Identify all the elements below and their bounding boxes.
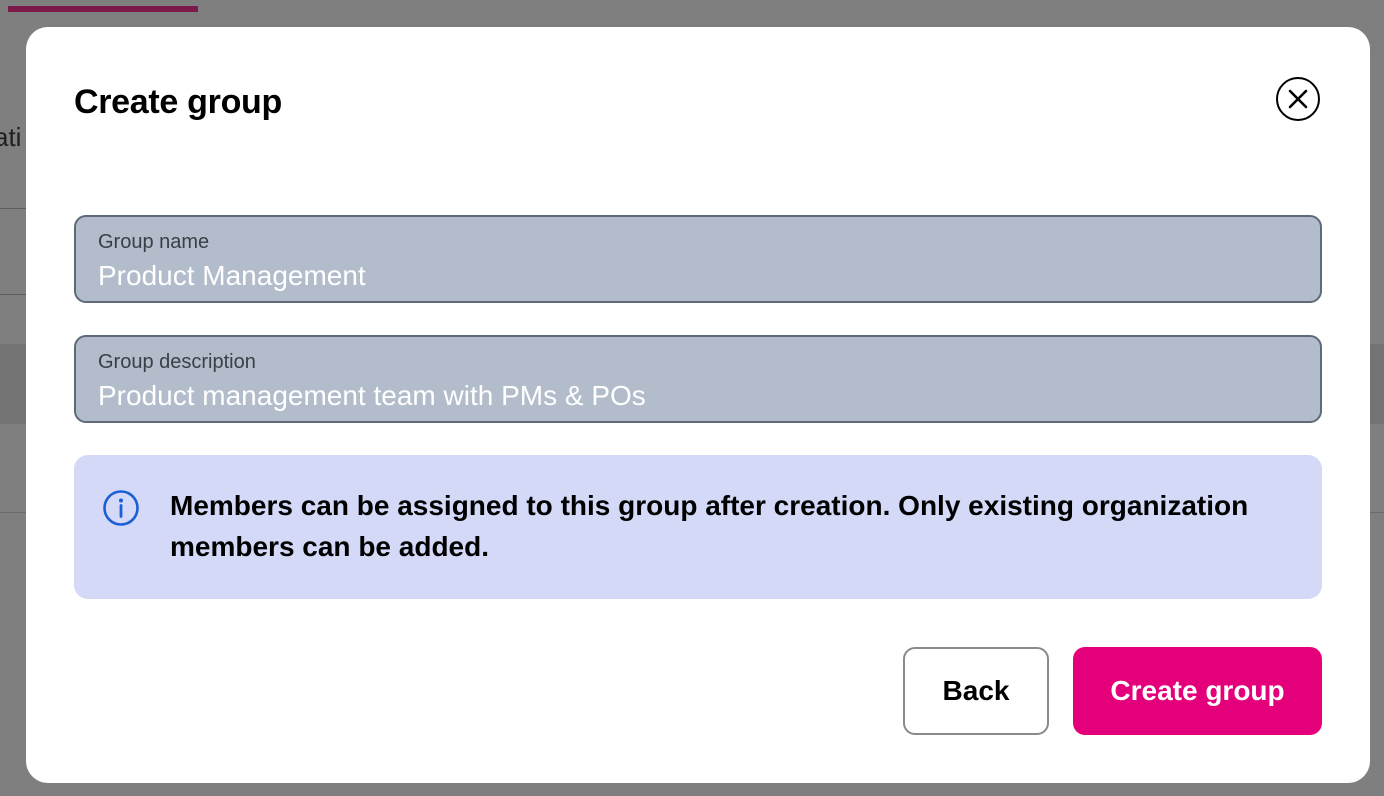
create-group-button[interactable]: Create group (1073, 647, 1322, 735)
group-description-label: Group description (98, 351, 256, 373)
group-name-input[interactable]: Product Management (98, 260, 1298, 292)
info-notice: Members can be assigned to this group af… (74, 455, 1322, 599)
dialog-title: Create group (74, 83, 282, 121)
back-button[interactable]: Back (903, 647, 1049, 735)
info-icon (102, 489, 140, 527)
group-name-label: Group name (98, 231, 210, 253)
group-description-field[interactable]: Group description Product management tea… (74, 335, 1322, 423)
background-tab-indicator (8, 6, 198, 12)
group-description-input[interactable]: Product management team with PMs & POs (98, 380, 1298, 412)
group-name-field[interactable]: Group name Product Management (74, 215, 1322, 303)
close-button[interactable] (1276, 77, 1320, 121)
info-message: Members can be assigned to this group af… (170, 490, 1249, 562)
background-text-fragment: ati (0, 122, 22, 152)
close-icon (1287, 88, 1309, 110)
create-group-dialog: Create group Group name Product Manageme… (26, 27, 1370, 783)
